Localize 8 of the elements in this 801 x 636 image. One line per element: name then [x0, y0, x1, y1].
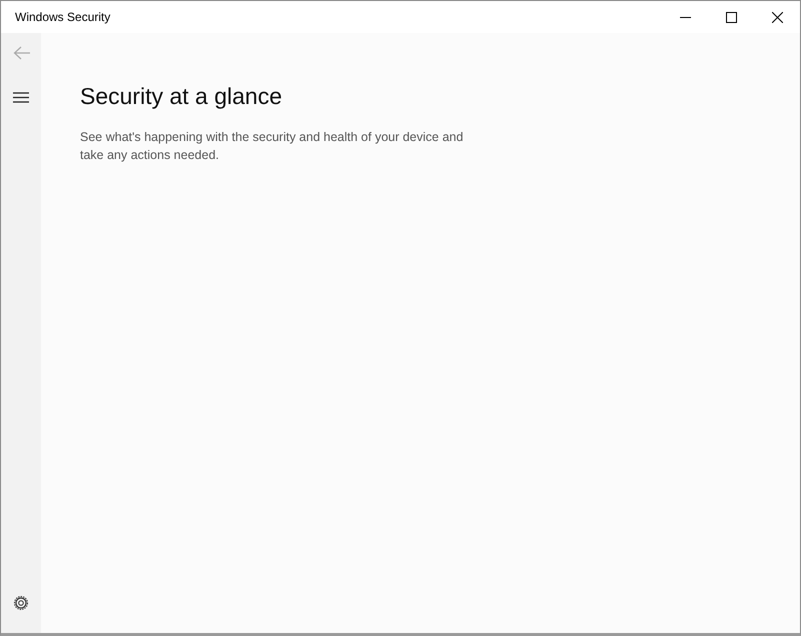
close-icon [772, 12, 782, 22]
menu-icon [13, 92, 29, 102]
page-heading: Security at a glance [80, 83, 282, 110]
settings-icon [13, 595, 29, 611]
window-title: Windows Security [14, 10, 112, 24]
back-arrow-icon [12, 46, 30, 60]
maximize-icon [726, 12, 736, 22]
page-description: See what's happening with the security and health of your device and take any actions needed. [80, 129, 464, 164]
